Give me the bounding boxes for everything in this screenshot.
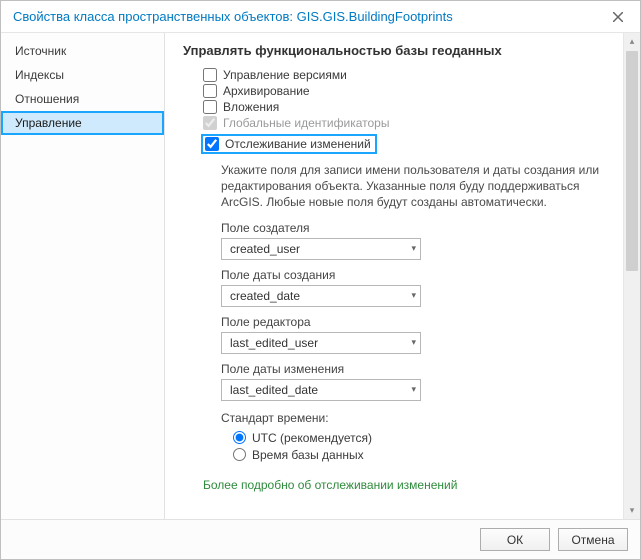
sidebar-item-management[interactable]: Управление <box>1 111 164 135</box>
dialog-window: Свойства класса пространственных объекто… <box>0 0 641 560</box>
scroll-up-icon[interactable]: ▴ <box>624 33 640 50</box>
cancel-button[interactable]: Отмена <box>558 528 628 551</box>
field-edit-date: Поле даты изменения last_edited_date ▾ <box>221 362 615 401</box>
close-button[interactable] <box>604 5 632 29</box>
radio-utc[interactable]: UTC (рекомендуется) <box>233 431 615 445</box>
checkbox-editor-tracking-input[interactable] <box>205 137 219 151</box>
checkbox-archiving-input[interactable] <box>203 84 217 98</box>
field-creator: Поле создателя created_user ▾ <box>221 221 615 260</box>
field-creator-value: created_user <box>230 242 300 256</box>
content-wrap: Управлять функциональностью базы геоданн… <box>165 33 640 519</box>
close-icon <box>613 12 623 22</box>
field-creation-date-value: created_date <box>230 289 300 303</box>
checkbox-versioning[interactable]: Управление версиями <box>203 68 615 82</box>
field-editor-select[interactable]: last_edited_user ▾ <box>221 332 421 354</box>
section-title: Управлять функциональностью базы геоданн… <box>183 43 615 58</box>
ok-button[interactable]: ОК <box>480 528 550 551</box>
field-edit-date-value: last_edited_date <box>230 383 318 397</box>
learn-more-link[interactable]: Более подробно об отслеживании изменений <box>203 478 615 492</box>
field-editor: Поле редактора last_edited_user ▾ <box>221 315 615 354</box>
checkbox-archiving[interactable]: Архивирование <box>203 84 615 98</box>
field-creator-select[interactable]: created_user ▾ <box>221 238 421 260</box>
field-edit-date-label: Поле даты изменения <box>221 362 615 376</box>
sidebar: Источник Индексы Отношения Управление <box>1 33 165 519</box>
content-panel: Управлять функциональностью базы геоданн… <box>165 33 623 519</box>
field-creator-label: Поле создателя <box>221 221 615 235</box>
checkbox-editor-tracking-label: Отслеживание изменений <box>225 137 371 151</box>
checkbox-editor-tracking[interactable]: Отслеживание изменений <box>201 134 377 154</box>
chevron-down-icon: ▾ <box>411 290 416 301</box>
field-editor-label: Поле редактора <box>221 315 615 329</box>
checkbox-global-ids-label: Глобальные идентификаторы <box>223 116 389 130</box>
titlebar: Свойства класса пространственных объекто… <box>1 1 640 33</box>
checkbox-attachments-label: Вложения <box>223 100 279 114</box>
sidebar-item-indexes[interactable]: Индексы <box>1 63 164 87</box>
tracking-description: Укажите поля для записи имени пользовате… <box>221 162 601 211</box>
field-creation-date-select[interactable]: created_date ▾ <box>221 285 421 307</box>
checkbox-global-ids-input <box>203 116 217 130</box>
dialog-body: Источник Индексы Отношения Управление Уп… <box>1 33 640 519</box>
chevron-down-icon: ▾ <box>411 337 416 348</box>
checkbox-versioning-label: Управление версиями <box>223 68 347 82</box>
sidebar-item-source[interactable]: Источник <box>1 39 164 63</box>
field-creation-date: Поле даты создания created_date ▾ <box>221 268 615 307</box>
field-creation-date-label: Поле даты создания <box>221 268 615 282</box>
vertical-scrollbar[interactable]: ▴ ▾ <box>623 33 640 519</box>
checkbox-attachments[interactable]: Вложения <box>203 100 615 114</box>
checkbox-archiving-label: Архивирование <box>223 84 310 98</box>
radio-db-time-input[interactable] <box>233 448 246 461</box>
checkbox-versioning-input[interactable] <box>203 68 217 82</box>
checkbox-global-ids: Глобальные идентификаторы <box>203 116 615 130</box>
radio-utc-label: UTC (рекомендуется) <box>252 431 372 445</box>
radio-db-time[interactable]: Время базы данных <box>233 448 615 462</box>
chevron-down-icon: ▾ <box>411 384 416 395</box>
dialog-footer: ОК Отмена <box>1 519 640 559</box>
field-edit-date-select[interactable]: last_edited_date ▾ <box>221 379 421 401</box>
sidebar-item-relationships[interactable]: Отношения <box>1 87 164 111</box>
checkbox-attachments-input[interactable] <box>203 100 217 114</box>
scroll-down-icon[interactable]: ▾ <box>624 502 640 519</box>
window-title: Свойства класса пространственных объекто… <box>13 9 604 24</box>
chevron-down-icon: ▾ <box>411 243 416 254</box>
time-standard-label: Стандарт времени: <box>221 411 615 425</box>
field-editor-value: last_edited_user <box>230 336 318 350</box>
scroll-thumb[interactable] <box>626 51 638 271</box>
radio-utc-input[interactable] <box>233 431 246 444</box>
radio-db-time-label: Время базы данных <box>252 448 364 462</box>
